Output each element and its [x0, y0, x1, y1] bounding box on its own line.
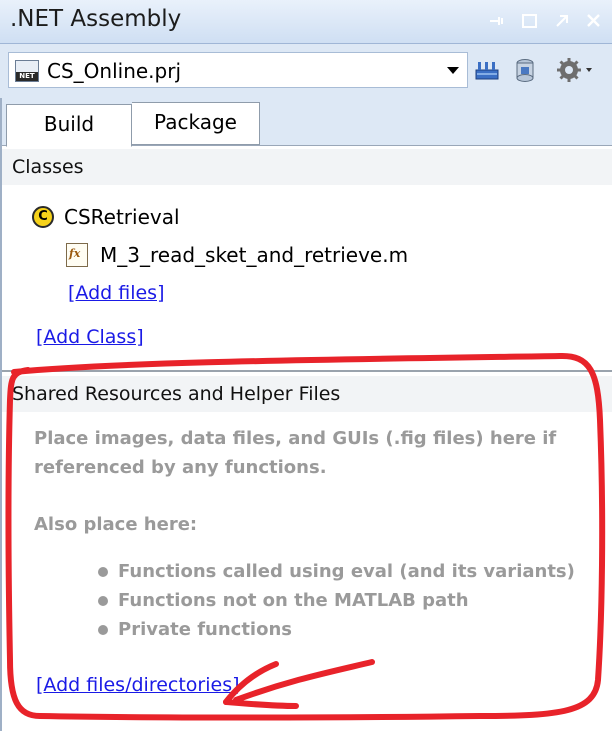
- project-selector[interactable]: NET CS_Online.prj: [8, 52, 468, 88]
- file-item[interactable]: fx M_3_read_sket_and_retrieve.m: [66, 241, 408, 269]
- tab-package[interactable]: Package: [132, 102, 260, 145]
- undock-icon[interactable]: [552, 10, 572, 32]
- bullet-icon: [98, 624, 108, 635]
- also-place-label: Also place here:: [34, 514, 198, 535]
- bullet-icon: [98, 566, 108, 577]
- settings-gear-icon[interactable]: [556, 56, 598, 84]
- build-icon[interactable]: [474, 56, 500, 84]
- shared-hint-text: Place images, data files, and GUIs (.fig…: [34, 428, 557, 478]
- add-files-link[interactable]: [Add files]: [68, 282, 164, 304]
- bullet-text: Private functions: [118, 619, 292, 640]
- chevron-down-icon[interactable]: [447, 67, 459, 74]
- add-class-link[interactable]: [Add Class]: [36, 326, 144, 348]
- panel-title: .NET Assembly: [10, 6, 182, 32]
- bullet-icon: [98, 595, 108, 606]
- class-item[interactable]: C CSRetrieval: [32, 203, 180, 231]
- m-file-icon: fx: [66, 243, 88, 267]
- section-divider: [2, 370, 612, 372]
- classes-header: Classes: [2, 149, 612, 185]
- package-icon[interactable]: [512, 56, 538, 84]
- bullet-text: Functions not on the MATLAB path: [118, 590, 469, 611]
- list-item: Functions called using eval (and its var…: [98, 557, 575, 586]
- fx-label: fx: [69, 247, 81, 260]
- project-toolbar: NET CS_Online.prj: [0, 44, 612, 98]
- bullet-text: Functions called using eval (and its var…: [118, 561, 575, 582]
- class-name: CSRetrieval: [64, 205, 180, 229]
- net-badge: NET: [16, 72, 38, 81]
- titlebar-controls: [488, 10, 604, 32]
- list-item: Functions not on the MATLAB path: [98, 586, 575, 615]
- assembly-panel: Build Package Classes C CSRetrieval fx M…: [0, 98, 612, 731]
- maximize-icon[interactable]: [520, 10, 540, 32]
- net-project-icon: NET: [15, 60, 39, 82]
- class-icon: C: [32, 206, 54, 228]
- pin-icon[interactable]: [488, 10, 508, 32]
- add-files-directories-link[interactable]: [Add files/directories]: [36, 674, 240, 696]
- tab-build[interactable]: Build: [6, 104, 132, 147]
- file-name: M_3_read_sket_and_retrieve.m: [100, 243, 409, 267]
- panel-titlebar: .NET Assembly: [0, 0, 612, 44]
- shared-resources-header: Shared Resources and Helper Files: [2, 376, 612, 412]
- project-name: CS_Online.prj: [47, 59, 182, 83]
- close-icon[interactable]: [584, 10, 604, 32]
- list-item: Private functions: [98, 615, 575, 644]
- bullet-list: Functions called using eval (and its var…: [98, 557, 575, 644]
